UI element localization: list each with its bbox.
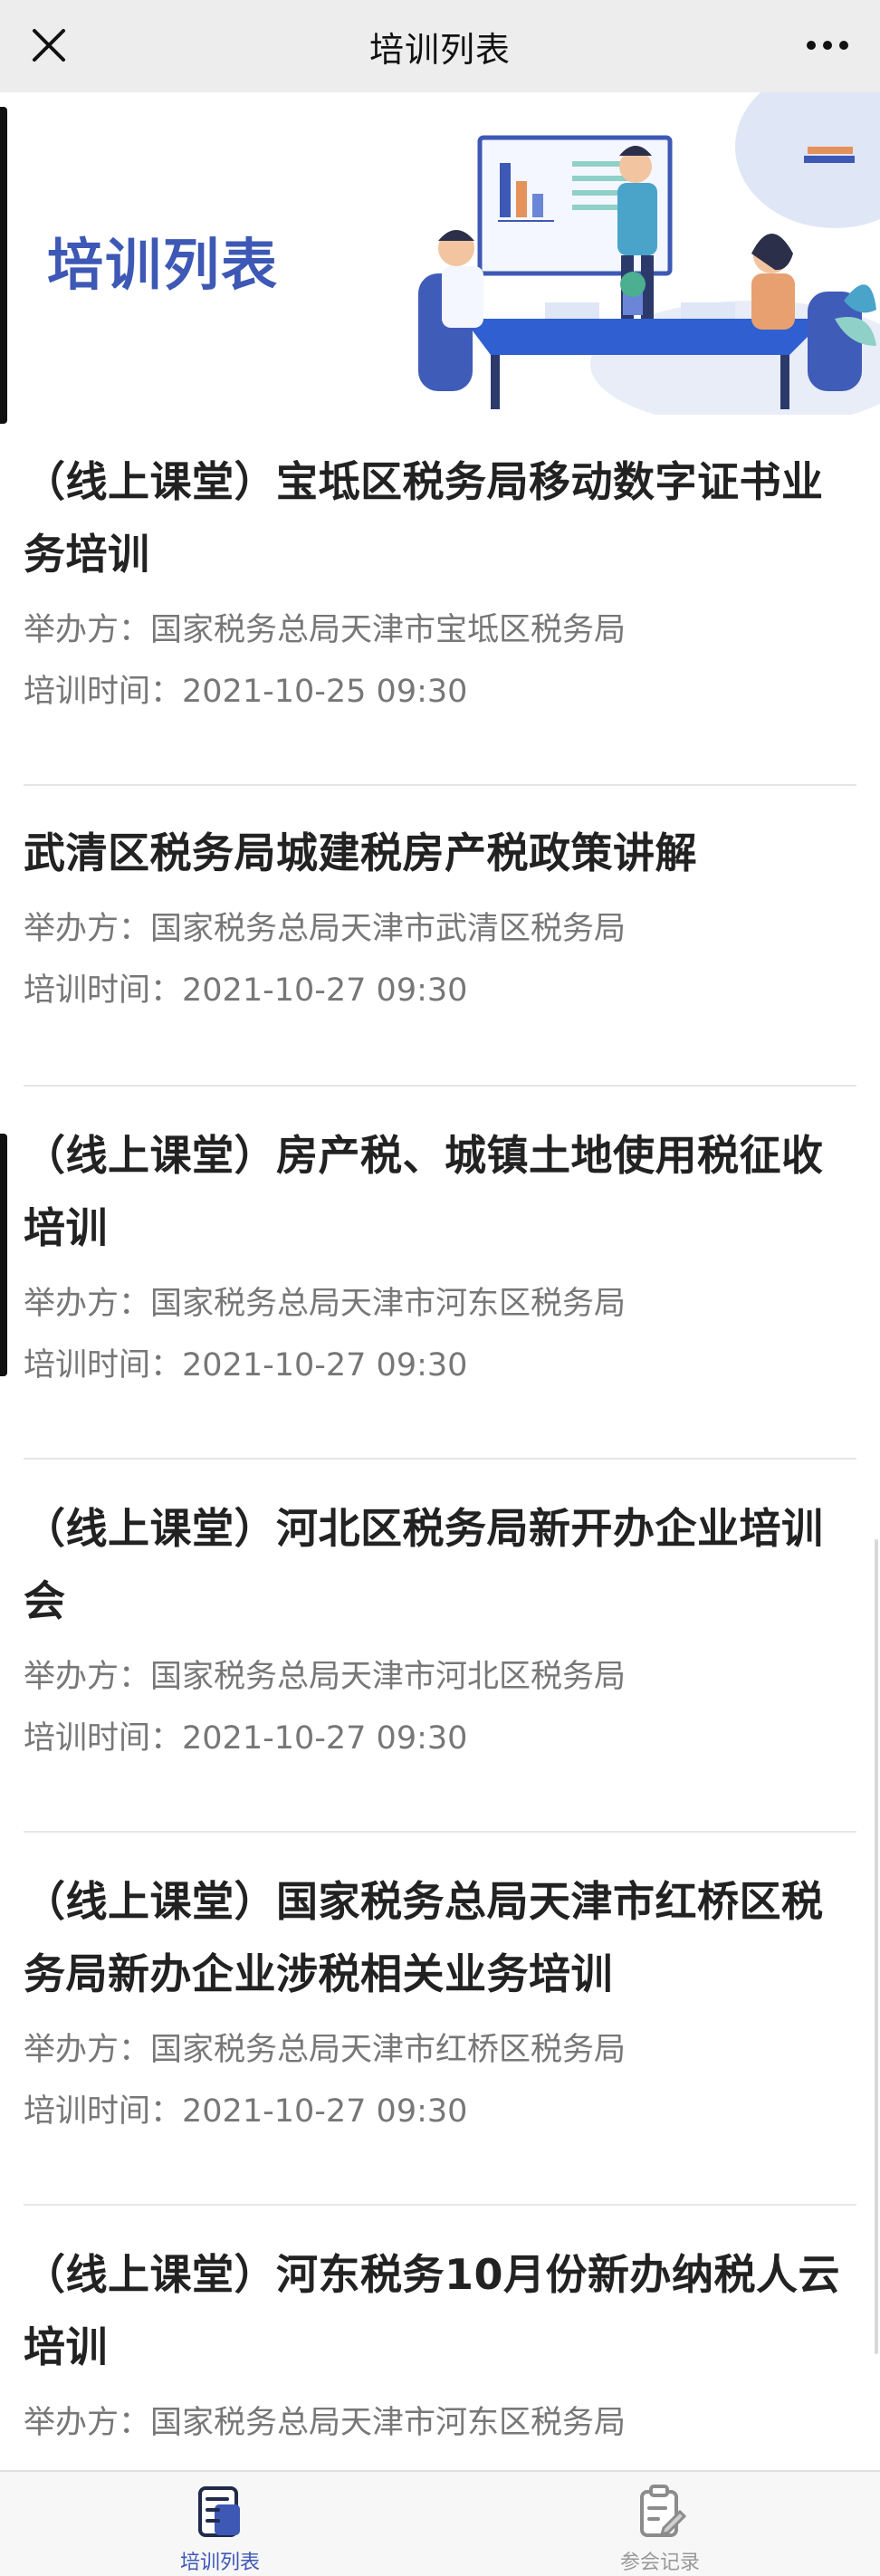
time-label: 培训时间： [24, 674, 183, 710]
page-title: 培训列表 [368, 29, 511, 70]
list-item[interactable]: 武清区税务局城建税房产税政策讲解 举办方：国家税务总局天津市武清区税务局 培训时… [0, 786, 880, 1087]
top-navigation-bar: 培训列表 [0, 0, 880, 92]
tab-attendance-record[interactable]: 参会记录 [440, 2472, 880, 2576]
organizer-label: 举办方： [24, 1286, 151, 1322]
tab-label: 参会记录 [619, 2552, 700, 2574]
edge-scroll-marker [0, 107, 7, 424]
more-dots-icon[interactable] [799, 20, 856, 71]
list-item[interactable]: （线上课堂）房产税、城镇土地使用税征收 培训 举办方：国家税务总局天津市河东区税… [0, 1087, 880, 1460]
attendance-record-icon [640, 2485, 687, 2537]
organizer-value: 国家税务总局天津市河东区税务局 [150, 1286, 627, 1322]
training-title: （线上课堂）房产税、城镇土地使用税征收 培训 [24, 1119, 856, 1264]
organizer-value: 国家税务总局天津市河北区税务局 [150, 1659, 627, 1695]
training-time: 培训时间：2021-10-25 09:30 [24, 661, 856, 723]
training-title: （线上课堂）河北区税务局新开办企业培训 会 [24, 1492, 856, 1637]
training-title-line: 武清区税务局城建税房产税政策讲解 [24, 828, 697, 877]
training-title-line: （线上课堂）河东税务10月份新办纳税人云 [24, 2250, 841, 2299]
training-time: 培训时间：2021-10-27 09:30 [24, 1708, 856, 1769]
organizer-value: 国家税务总局天津市红桥区税务局 [150, 2032, 627, 2068]
organizer-label: 举办方： [24, 911, 151, 947]
list-item[interactable]: （线上课堂）河北区税务局新开办企业培训 会 举办方：国家税务总局天津市河北区税务… [0, 1460, 880, 1833]
training-organizer: 举办方：国家税务总局天津市宝坻区税务局 [24, 599, 856, 661]
organizer-label: 举办方： [24, 1659, 151, 1695]
tab-training-list[interactable]: 培训列表 [0, 2472, 440, 2576]
training-organizer: 举办方：国家税务总局天津市河北区税务局 [24, 1646, 856, 1708]
training-time: 培训时间：2021-10-27 09:30 [24, 960, 856, 1021]
organizer-label: 举办方： [24, 2405, 151, 2441]
training-title-line: （线上课堂）房产税、城镇土地使用税征收 [24, 1131, 824, 1180]
bottom-tab-bar: 培训列表 参会记录 [0, 2470, 880, 2576]
training-title-line: 会 [24, 1576, 66, 1625]
time-label: 培训时间： [24, 1347, 183, 1384]
training-title: （线上课堂）国家税务总局天津市红桥区税 务局新办企业涉税相关业务培训 [24, 1865, 856, 2010]
banner: 培训列表 [0, 92, 880, 415]
training-organizer: 举办方：国家税务总局天津市红桥区税务局 [24, 2019, 856, 2081]
training-organizer: 举办方：国家税务总局天津市河东区税务局 [24, 2392, 856, 2454]
organizer-value: 国家税务总局天津市武清区税务局 [150, 911, 627, 947]
training-title-line: 务局新办企业涉税相关业务培训 [24, 1949, 613, 1998]
training-title-line: （线上课堂）国家税务总局天津市红桥区税 [24, 1877, 824, 1926]
tab-label: 培训列表 [179, 2552, 260, 2574]
time-label: 培训时间： [24, 2093, 183, 2130]
training-title-line: 培训 [24, 2322, 108, 2371]
training-title: 武清区税务局城建税房产税政策讲解 [24, 817, 856, 889]
training-title: （线上课堂）宝坻区税务局移动数字证书业 务培训 [24, 445, 856, 590]
time-value: 2021-10-27 09:30 [182, 1720, 468, 1757]
close-icon[interactable] [24, 20, 74, 71]
training-time: 培训时间：2021-10-27 09:30 [24, 1335, 856, 1396]
organizer-label: 举办方： [24, 2032, 151, 2068]
organizer-value: 国家税务总局天津市宝坻区税务局 [150, 612, 627, 648]
banner-title: 培训列表 [47, 232, 280, 298]
time-label: 培训时间： [24, 1720, 183, 1757]
training-title-line: （线上课堂）宝坻区税务局移动数字证书业 [24, 457, 824, 506]
meeting-illustration [418, 92, 880, 415]
training-list-icon [198, 2486, 240, 2537]
list-item[interactable]: （线上课堂）国家税务总局天津市红桥区税 务局新办企业涉税相关业务培训 举办方：国… [0, 1833, 880, 2206]
training-title-line: （线上课堂）河北区税务局新开办企业培训 [24, 1504, 824, 1553]
time-value: 2021-10-25 09:30 [182, 674, 468, 710]
training-organizer: 举办方：国家税务总局天津市武清区税务局 [24, 898, 856, 960]
time-value: 2021-10-27 09:30 [182, 972, 468, 1009]
time-label: 培训时间： [24, 972, 183, 1009]
training-organizer: 举办方：国家税务总局天津市河东区税务局 [24, 1273, 856, 1335]
training-title-line: 务培训 [24, 530, 150, 579]
organizer-label: 举办方： [24, 612, 151, 648]
time-value: 2021-10-27 09:30 [182, 2093, 468, 2130]
time-value: 2021-10-27 09:30 [182, 1347, 468, 1384]
organizer-value: 国家税务总局天津市河东区税务局 [150, 2405, 627, 2441]
training-list: （线上课堂）宝坻区税务局移动数字证书业 务培训 举办方：国家税务总局天津市宝坻区… [0, 415, 880, 2477]
training-title: （线上课堂）河东税务10月份新办纳税人云 培训 [24, 2238, 856, 2383]
training-time: 培训时间：2021-10-27 09:30 [24, 2081, 856, 2142]
list-item[interactable]: （线上课堂）河东税务10月份新办纳税人云 培训 举办方：国家税务总局天津市河东区… [0, 2206, 880, 2477]
training-title-line: 培训 [24, 1203, 108, 1252]
list-item[interactable]: （线上课堂）宝坻区税务局移动数字证书业 务培训 举办方：国家税务总局天津市宝坻区… [0, 415, 880, 786]
